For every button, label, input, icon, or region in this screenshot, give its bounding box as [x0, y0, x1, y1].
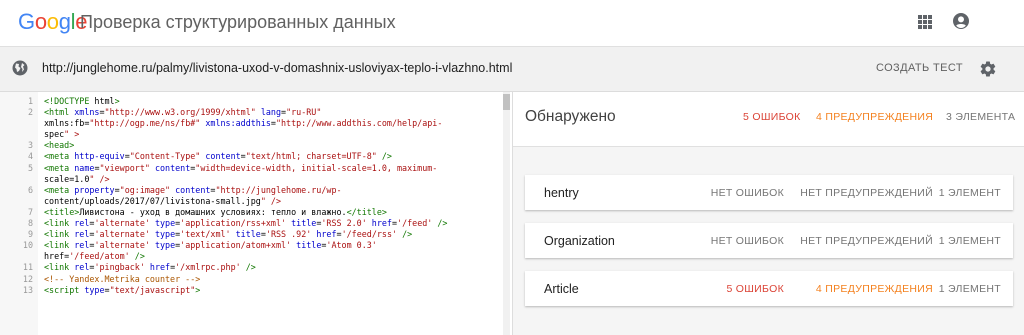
code-text: spec" > [44, 129, 80, 140]
card-errors: НЕТ ОШИБОК [710, 187, 784, 199]
code-lines: 1 <!DOCTYPE html> 2 <html xmlns="http://www… [0, 96, 500, 296]
run-test-button[interactable]: СОЗДАТЬ ТЕСТ [876, 62, 963, 74]
result-card-hentry[interactable]: hentry НЕТ ОШИБОК НЕТ ПРЕДУПРЕЖДЕНИЙ 1 Э… [525, 175, 1013, 210]
logo-letter: G [18, 9, 35, 34]
code-line: scale=1.0" /> [0, 174, 500, 185]
code-text: <!-- Yandex.Metrika counter --> [44, 273, 201, 284]
line-number: 5 [27, 162, 33, 173]
code-line: 6 <meta property="og:image" content="http… [0, 185, 500, 196]
code-line: 1 <!DOCTYPE html> [0, 96, 500, 107]
code-text: content/uploads/2017/07/livistona-small.… [44, 195, 281, 206]
card-warnings: НЕТ ПРЕДУПРЕЖДЕНИЙ [800, 187, 933, 199]
code-text: <html xmlns="http://www.w3.org/1999/xhtm… [44, 107, 322, 118]
code-text: <head> [44, 140, 75, 151]
line-number: 3 [27, 140, 33, 151]
gear-icon[interactable] [979, 60, 997, 78]
code-line: 4 <meta http-equiv="Content-Type" content… [0, 151, 500, 162]
code-text: <script type="text/javascript"> [44, 284, 201, 295]
card-warnings: НЕТ ПРЕДУПРЕЖДЕНИЙ [800, 235, 933, 247]
line-number: 13 [22, 284, 33, 295]
line-number: 9 [27, 229, 33, 240]
card-type-name: Article [544, 282, 579, 296]
card-errors: 5 ОШИБОК [726, 283, 784, 295]
code-line: content/uploads/2017/07/livistona-small.… [0, 196, 500, 207]
code-text: <link rel='pingback' href='/xmlrpc.php' … [44, 262, 256, 273]
app-header: Google Проверка структурированных данных [0, 0, 1024, 46]
line-number: 10 [22, 240, 33, 251]
line-number: 7 [27, 206, 33, 217]
code-text: scale=1.0" /> [44, 173, 110, 184]
url-input[interactable]: http://junglehome.ru/palmy/livistona-uxo… [42, 61, 512, 75]
code-line: 2 <html xmlns="http://www.w3.org/1999/xht… [0, 107, 500, 118]
line-number: 8 [27, 218, 33, 229]
url-bar: http://junglehome.ru/palmy/livistona-uxo… [0, 46, 1024, 92]
code-line: href='/feed/atom' /> [0, 251, 500, 262]
logo-letter: o [46, 9, 59, 34]
result-card-organization[interactable]: Organization НЕТ ОШИБОК НЕТ ПРЕДУПРЕЖДЕН… [525, 223, 1013, 258]
apps-grid-icon[interactable] [918, 15, 932, 29]
logo-letter: g [58, 9, 71, 34]
code-line: 10 <link rel='alternate' type='applicatio… [0, 240, 500, 251]
code-line: 5 <meta name="viewport" content="width=de… [0, 163, 500, 174]
code-line: 9 <link rel='alternate' type='text/xml' t… [0, 229, 500, 240]
results-title: Обнаружено [525, 108, 616, 125]
code-line: 12 <!-- Yandex.Metrika counter --> [0, 274, 500, 285]
line-number: 11 [22, 262, 33, 273]
code-line: spec" > [0, 129, 500, 140]
results-header: Обнаружено 5 ОШИБОК 4 ПРЕДУПРЕЖДЕНИЯ 3 Э… [513, 92, 1024, 147]
code-text: <title>Ливистона - уход в домашних услов… [44, 206, 387, 217]
line-number: 6 [27, 184, 33, 195]
card-items: 1 ЭЛЕМЕНТ [938, 187, 1001, 199]
code-editor[interactable]: 1 <!DOCTYPE html> 2 <html xmlns="http://www… [0, 92, 512, 335]
account-circle-icon[interactable] [953, 13, 969, 29]
total-errors-filter[interactable]: 5 ОШИБОК [743, 111, 801, 123]
total-items-count: 3 ЭЛЕМЕНТА [946, 111, 1016, 123]
code-scrollbar[interactable] [503, 92, 510, 335]
card-items: 1 ЭЛЕМЕНТ [938, 283, 1001, 295]
code-text: <meta property="og:image" content="http:… [44, 184, 342, 195]
card-warnings: 4 ПРЕДУПРЕЖДЕНИЯ [815, 283, 933, 295]
line-number: 4 [27, 151, 33, 162]
total-warnings-filter[interactable]: 4 ПРЕДУПРЕЖДЕНИЯ [816, 111, 933, 123]
code-line: 8 <link rel='alternate' type='application… [0, 218, 500, 229]
code-line: 11 <link rel='pingback' href='/xmlrpc.php… [0, 262, 500, 273]
code-line: xmlns:fb="http://ogp.me/ns/fb#" xmlns:ad… [0, 118, 500, 129]
code-text: <meta name="viewport" content="width=dev… [44, 162, 438, 173]
code-text: href='/feed/atom' /> [44, 251, 145, 262]
code-line: 7 <title>Ливистона - уход в домашних усло… [0, 207, 500, 218]
line-number: 2 [27, 107, 33, 118]
code-text: <!DOCTYPE html> [44, 96, 120, 106]
page-title: Проверка структурированных данных [80, 12, 396, 32]
code-scrollbar-thumb[interactable] [503, 94, 510, 110]
code-text: xmlns:fb="http://ogp.me/ns/fb#" xmlns:ad… [44, 118, 443, 129]
code-line: 13 <script type="text/javascript"> [0, 285, 500, 296]
card-type-name: hentry [544, 186, 579, 200]
code-text: <link rel='alternate' type='application/… [44, 218, 448, 229]
line-number: 12 [22, 273, 33, 284]
card-items: 1 ЭЛЕМЕНТ [938, 235, 1001, 247]
code-text: <link rel='alternate' type='application/… [44, 240, 377, 251]
code-text: <link rel='alternate' type='text/xml' ti… [44, 229, 413, 240]
result-card-article[interactable]: Article 5 ОШИБОК 4 ПРЕДУПРЕЖДЕНИЯ 1 ЭЛЕМ… [525, 271, 1013, 306]
results-panel: Обнаружено 5 ОШИБОК 4 ПРЕДУПРЕЖДЕНИЯ 3 Э… [512, 92, 1024, 335]
code-line: 3 <head> [0, 140, 500, 151]
logo-letter: o [34, 9, 47, 34]
line-number: 1 [27, 96, 33, 106]
globe-icon [12, 60, 28, 76]
code-text: <meta http-equiv="Content-Type" content=… [44, 151, 392, 162]
card-type-name: Organization [544, 234, 615, 248]
google-logo[interactable]: Google [18, 9, 87, 35]
card-errors: НЕТ ОШИБОК [710, 235, 784, 247]
